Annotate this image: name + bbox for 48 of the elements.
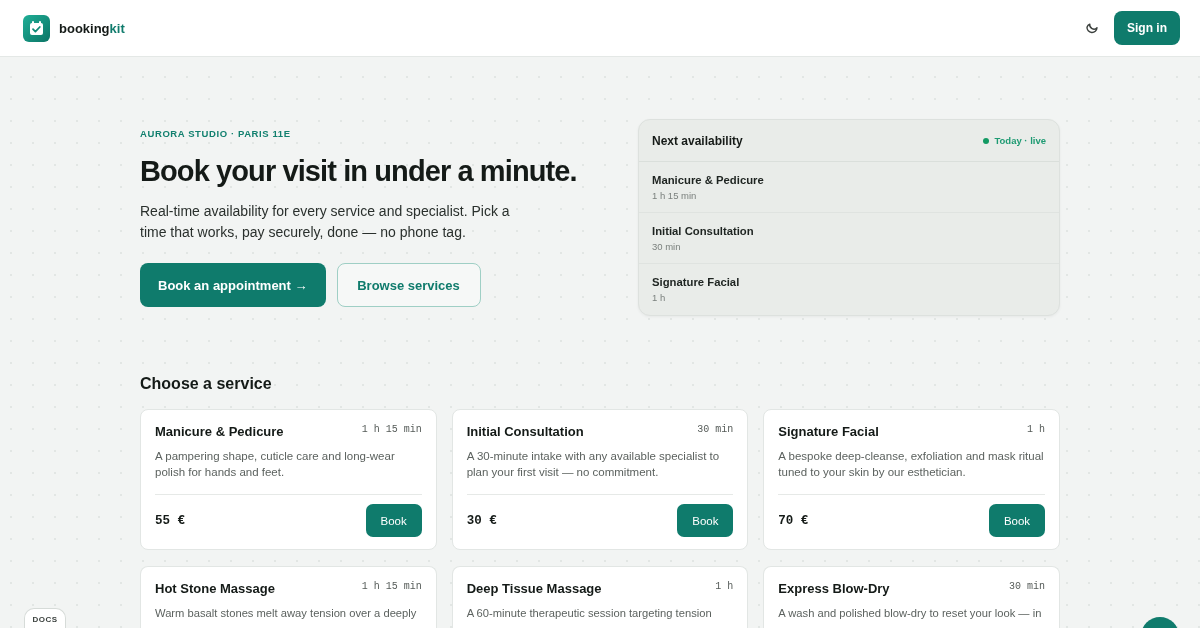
round-action-button[interactable] — [1141, 617, 1179, 628]
brand-wordmark[interactable]: bookingkit — [59, 20, 125, 36]
book-button[interactable]: Book — [989, 504, 1045, 537]
availability-item[interactable]: Signature Facial 1 h — [639, 264, 1059, 315]
availability-service-name: Initial Consultation — [652, 224, 755, 239]
service-name: Signature Facial — [778, 424, 879, 440]
service-duration: 1 h 15 min — [361, 581, 422, 593]
service-price: 70 € — [778, 513, 809, 528]
hero-description: Real-time availability for every service and specialist. Pick a time that works, pay securely, done — no phone tag. — [140, 202, 511, 242]
availability-duration: 1 h — [652, 291, 667, 305]
docs-tab[interactable]: DOCS — [24, 608, 66, 628]
calendar-check-icon[interactable] — [23, 14, 50, 42]
service-description: A bespoke deep-cleanse, exfoliation and mask ritual tuned to your skin by our esthetician. — [778, 449, 1045, 480]
service-duration: 1 h — [715, 581, 734, 593]
service-name: Manicure & Pedicure — [155, 424, 284, 440]
service-description: A 30-minute intake with any available specialist to plan your first visit — no commitment. — [466, 449, 721, 480]
book-button[interactable]: Book — [365, 504, 422, 537]
service-description: A wash and polished blow-dry to reset your look — in — [778, 606, 1043, 621]
service-price: 55 € — [155, 513, 185, 528]
service-description: A 60-minute therapeutic session targeting tension — [466, 606, 713, 621]
live-status-dot-icon — [983, 137, 990, 144]
section-heading: Choose a service — [140, 374, 273, 394]
sign-in-button[interactable]: Sign in — [1114, 11, 1180, 45]
service-description: Warm basalt stones melt away tension over a deeply — [155, 606, 418, 621]
service-description: A pampering shape, cuticle care and long-wear polish for hands and feet. — [155, 449, 396, 480]
service-name: Hot Stone Massage — [155, 581, 275, 597]
service-name: Express Blow-Dry — [778, 581, 890, 597]
service-name: Deep Tissue Massage — [466, 581, 602, 597]
service-duration: 30 min — [1008, 581, 1045, 593]
availability-item[interactable]: Initial Consultation 30 min — [639, 213, 1059, 264]
service-name: Initial Consultation — [466, 424, 584, 440]
browse-services-button[interactable]: Browse services — [336, 263, 481, 307]
availability-item[interactable]: Manicure & Pedicure 1 h 15 min — [639, 162, 1059, 213]
service-duration: 1 h — [1026, 424, 1045, 436]
availability-service-name: Signature Facial — [652, 275, 741, 290]
service-price: 30 € — [466, 513, 497, 528]
moon-icon[interactable] — [1085, 21, 1099, 35]
live-status-label: Today · live — [994, 135, 1046, 146]
book-button[interactable]: Book — [677, 504, 734, 537]
availability-service-name: Manicure & Pedicure — [652, 173, 765, 188]
book-appointment-button[interactable]: Book an appointment → — [140, 263, 326, 307]
availability-title: Next availability — [652, 133, 743, 148]
hero-heading: Book your visit in under a minute. — [140, 154, 577, 189]
service-duration: 1 h 15 min — [361, 424, 422, 436]
service-duration: 30 min — [697, 424, 734, 436]
availability-duration: 1 h 15 min — [652, 189, 698, 203]
studio-location-label: AURORA STUDIO · PARIS 11E — [140, 128, 292, 140]
availability-duration: 30 min — [652, 240, 682, 254]
